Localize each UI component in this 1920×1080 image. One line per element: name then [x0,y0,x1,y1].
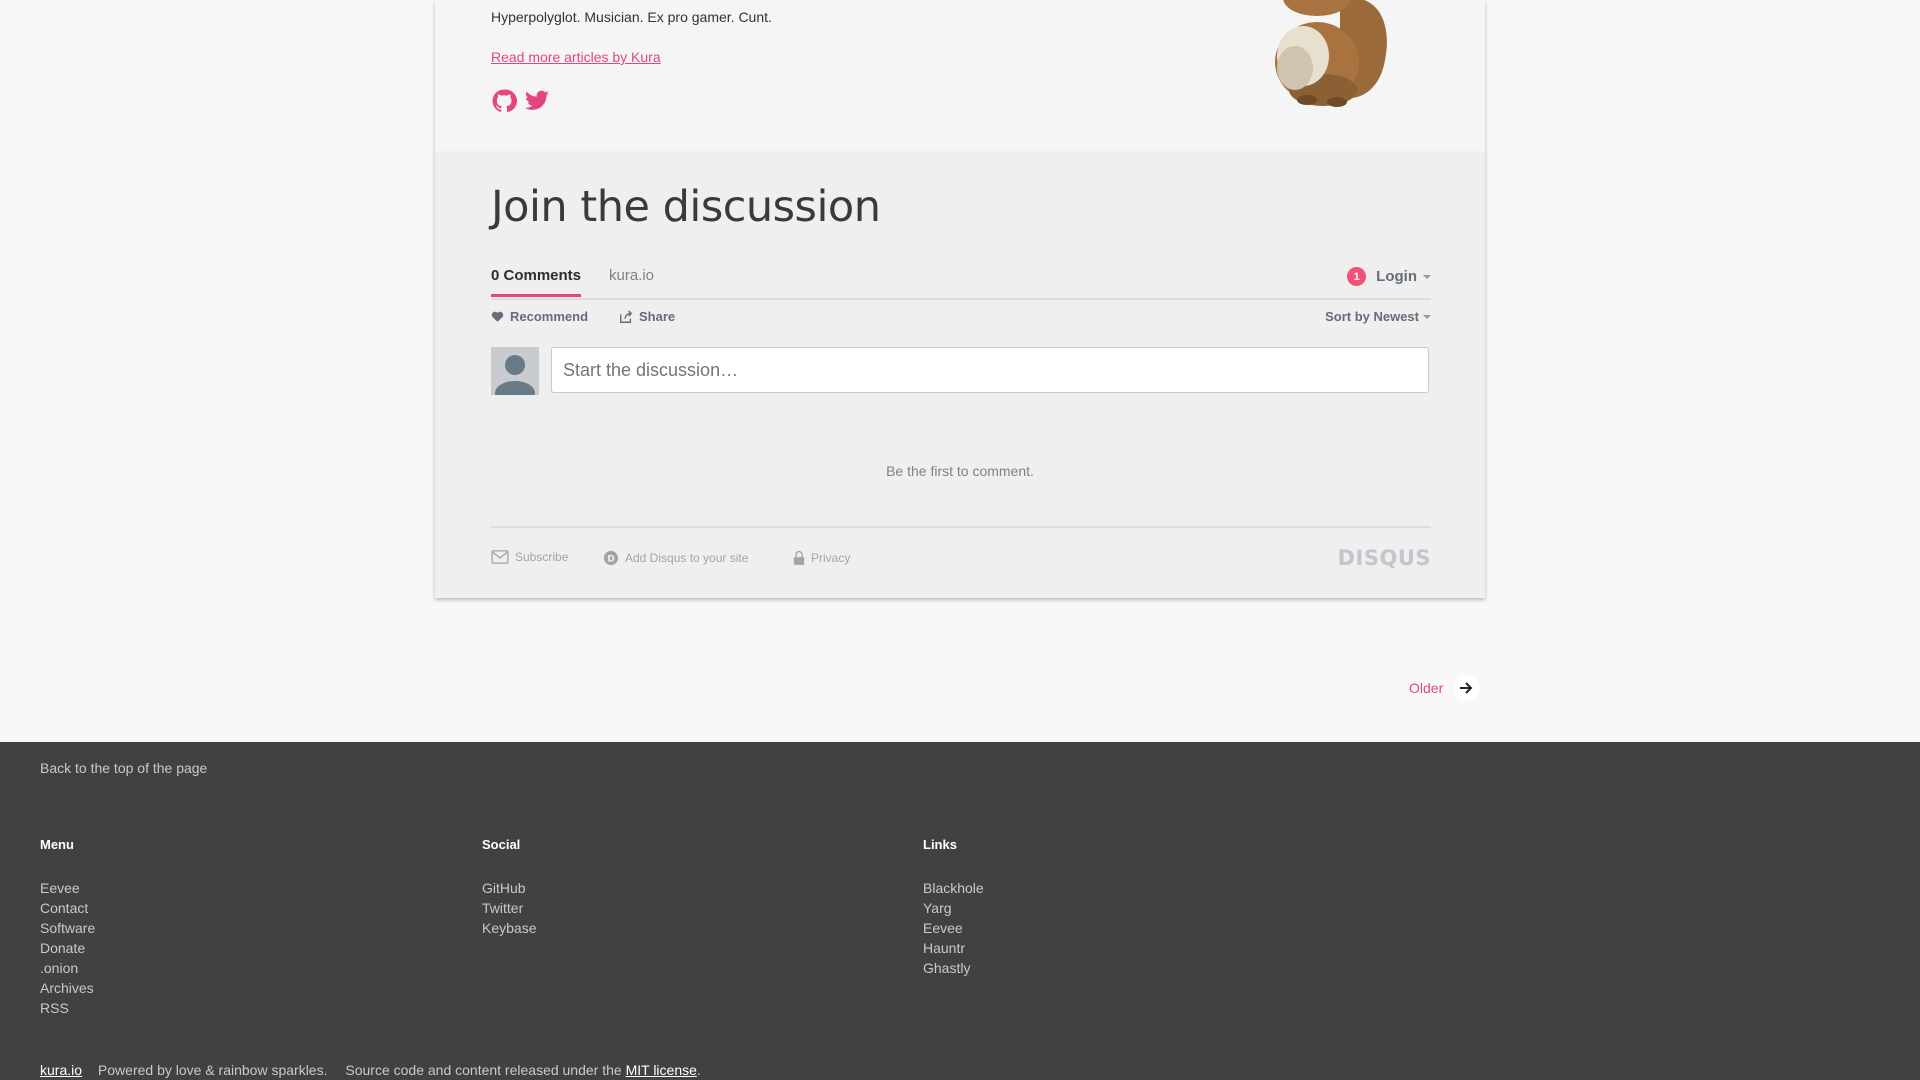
footer-bottom-bar: kura.io Powered by love & rainbow sparkl… [40,1062,701,1078]
privacy-label: Privacy [811,551,851,565]
footer-links-column: Links Blackhole Yarg Eevee Hauntr Ghastl… [923,837,984,978]
footer-menu-item[interactable]: Contact [40,898,95,918]
author-social [491,88,550,114]
avatar [491,347,539,395]
tab-comments[interactable]: 0 Comments [491,267,582,297]
disqus-footer: Subscribe D Add Disqus to your site Priv… [491,526,1431,570]
older-posts-link[interactable]: Older [1409,675,1480,701]
footer-menu-item[interactable]: Donate [40,938,95,958]
powered-by-text: Powered by love & rainbow sparkles. [97,1062,328,1078]
discussion-actions: Recommend Share Sort by Newest [491,309,1431,329]
license-text: Source code and content released under t… [345,1062,622,1078]
github-icon[interactable] [491,88,517,114]
disqus-logo[interactable]: DISQUS [1338,546,1431,570]
privacy-link[interactable]: Privacy [793,550,850,566]
add-disqus-label: Add Disqus to your site [625,551,749,565]
footer-social-item[interactable]: GitHub [482,878,536,898]
add-disqus-link[interactable]: D Add Disqus to your site [603,550,748,566]
footer-social-item[interactable]: Keybase [482,918,536,938]
footer-links-item[interactable]: Ghastly [923,958,984,978]
footer-menu-item[interactable]: Eevee [40,878,95,898]
recommend-button[interactable]: Recommend [491,309,588,324]
share-icon [620,309,633,323]
svg-text:D: D [607,555,614,565]
subscribe-label: Subscribe [515,550,569,564]
author-more-link[interactable]: Read more articles by Kura [491,49,661,65]
share-label: Share [639,309,676,324]
footer-menu-item[interactable]: Software [40,918,95,938]
site-name-link[interactable]: kura.io [40,1062,82,1078]
site-footer: Back to the top of the page Menu Eevee C… [0,742,1920,1080]
subscribe-link[interactable]: Subscribe [491,550,568,564]
footer-social-column: Social GitHub Twitter Keybase [482,837,536,938]
arrow-right-icon [1453,675,1480,701]
chevron-down-icon [1423,314,1431,319]
sort-dropdown[interactable]: Sort by Newest [1325,309,1431,324]
footer-social-item[interactable]: Twitter [482,898,536,918]
footer-menu-heading: Menu [40,837,74,852]
comment-input[interactable] [551,347,1429,393]
discussion-tabs: 0 Comments kura.io 1 Login [491,267,1431,300]
login-label: Login [1376,268,1417,285]
notification-badge: 1 [1347,267,1367,286]
footer-links-heading: Links [923,837,957,852]
footer-menu-item[interactable]: RSS [40,998,95,1018]
eevee-mascot-image [1245,0,1395,112]
discussion-title: Join the discussion [491,182,881,232]
sort-label: Sort by Newest [1325,309,1419,324]
footer-links-item[interactable]: Blackhole [923,878,984,898]
footer-menu-column: Menu Eevee Contact Software Donate .onio… [40,837,95,1018]
disqus-icon: D [603,550,619,566]
twitter-icon[interactable] [524,88,550,114]
article-card: Hyperpolyglot. Musician. Ex pro gamer. C… [435,0,1485,598]
author-bio: Hyperpolyglot. Musician. Ex pro gamer. C… [491,9,772,25]
author-box: Hyperpolyglot. Musician. Ex pro gamer. C… [435,0,1485,151]
footer-links-item[interactable]: Hauntr [923,938,984,958]
license-period: . [696,1062,701,1078]
heart-icon [491,311,504,322]
recommend-label: Recommend [510,309,589,324]
footer-links-item[interactable]: Yarg [923,898,984,918]
footer-social-heading: Social [482,837,521,852]
mit-license-link[interactable]: MIT license [626,1062,697,1078]
tab-forum[interactable]: kura.io [609,267,654,294]
footer-links-item[interactable]: Eevee [923,918,984,938]
back-to-top-link[interactable]: Back to the top of the page [40,760,207,776]
share-button[interactable]: Share [619,309,675,324]
footer-menu-item[interactable]: Archives [40,978,95,998]
lock-icon [793,550,805,565]
older-label: Older [1409,680,1444,696]
disqus-thread: Join the discussion 0 Comments kura.io 1… [435,151,1485,598]
footer-menu-item[interactable]: .onion [40,958,95,978]
empty-comments-text: Be the first to comment. [886,463,1034,479]
chevron-down-icon [1423,274,1431,279]
login-menu[interactable]: 1 Login [1347,267,1431,286]
envelope-icon [491,550,509,564]
